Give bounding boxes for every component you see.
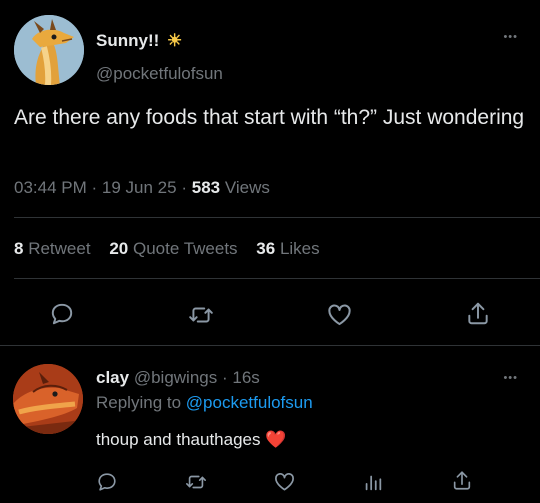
reply-like-button[interactable]	[273, 470, 296, 493]
reply-retweet-button[interactable]	[185, 471, 207, 493]
quote-count: 20	[109, 239, 129, 258]
reply-share-button[interactable]	[451, 469, 473, 492]
heart-icon	[328, 304, 351, 326]
tweet-time[interactable]: 03:44 PM	[14, 178, 87, 197]
sunny-handle[interactable]: @pocketfulofsun	[96, 64, 223, 84]
views-count: 583	[191, 178, 221, 197]
reply-analytics-button[interactable]	[362, 471, 384, 493]
retweet-button[interactable]	[188, 302, 214, 328]
sunny-display-name[interactable]: Sunny!! ☀	[96, 31, 182, 51]
tweet-date[interactable]: 19 Jun 25	[102, 178, 177, 197]
divider	[14, 217, 540, 218]
sun-emoji-icon: ☀	[167, 31, 183, 50]
views-label: Views	[224, 178, 270, 197]
share-icon	[453, 471, 471, 490]
reply-text-body: thoup and thauthages	[96, 430, 261, 449]
dragon-avatar-image	[13, 364, 83, 434]
retweet-label: Retweet	[28, 239, 91, 258]
header-dot: ·	[221, 368, 228, 387]
reply-more-options-icon[interactable]: •••	[503, 373, 518, 384]
reply-reply-button[interactable]	[96, 471, 118, 493]
analytics-icon	[365, 475, 382, 491]
meta-dot: ·	[91, 178, 98, 197]
share-button[interactable]	[465, 300, 491, 327]
likes-stat[interactable]: 36 Likes	[256, 239, 319, 258]
replying-to-label: Replying to	[96, 393, 182, 412]
reply-icon	[98, 473, 116, 491]
likes-count: 36	[256, 239, 276, 258]
tweet-text: Are there any foods that start with “th?…	[14, 106, 525, 129]
reply-icon	[51, 303, 73, 325]
tweet-meta: 03:44 PM · 19 Jun 25 · 583 Views	[14, 178, 270, 198]
engagement-stats: 8 Retweet 20 Quote Tweets 36 Likes	[14, 239, 320, 259]
clay-handle[interactable]: @bigwings	[134, 368, 217, 387]
like-button[interactable]	[326, 301, 353, 328]
reply-header: clay @bigwings · 16s	[96, 368, 260, 388]
likes-label: Likes	[279, 239, 320, 258]
heart-icon	[275, 472, 294, 491]
reply-button[interactable]	[49, 301, 75, 327]
clay-avatar[interactable]	[13, 364, 83, 434]
quote-label: Quote Tweets	[132, 239, 238, 258]
divider	[0, 345, 540, 346]
reply-time[interactable]: 16s	[232, 368, 259, 387]
reply-text: thoup and thauthages ❤️	[96, 430, 286, 450]
heart-emoji-icon: ❤️	[265, 430, 287, 449]
retweet-count: 8	[14, 239, 24, 258]
quotes-stat[interactable]: 20 Quote Tweets	[109, 239, 237, 258]
retweet-icon	[186, 475, 206, 489]
display-name-text: Sunny!!	[96, 31, 160, 50]
meta-dot: ·	[181, 178, 187, 197]
retweets-stat[interactable]: 8 Retweet	[14, 239, 91, 258]
share-icon	[468, 302, 488, 325]
more-options-icon[interactable]: •••	[503, 32, 518, 43]
sunny-avatar[interactable]	[14, 15, 84, 85]
replying-to: Replying to @pocketfulofsun	[96, 393, 313, 413]
divider	[14, 278, 540, 279]
replying-to-handle[interactable]: @pocketfulofsun	[186, 393, 313, 412]
dragon-avatar-image	[14, 15, 84, 85]
retweet-icon	[189, 307, 213, 323]
clay-display-name[interactable]: clay	[96, 368, 129, 387]
